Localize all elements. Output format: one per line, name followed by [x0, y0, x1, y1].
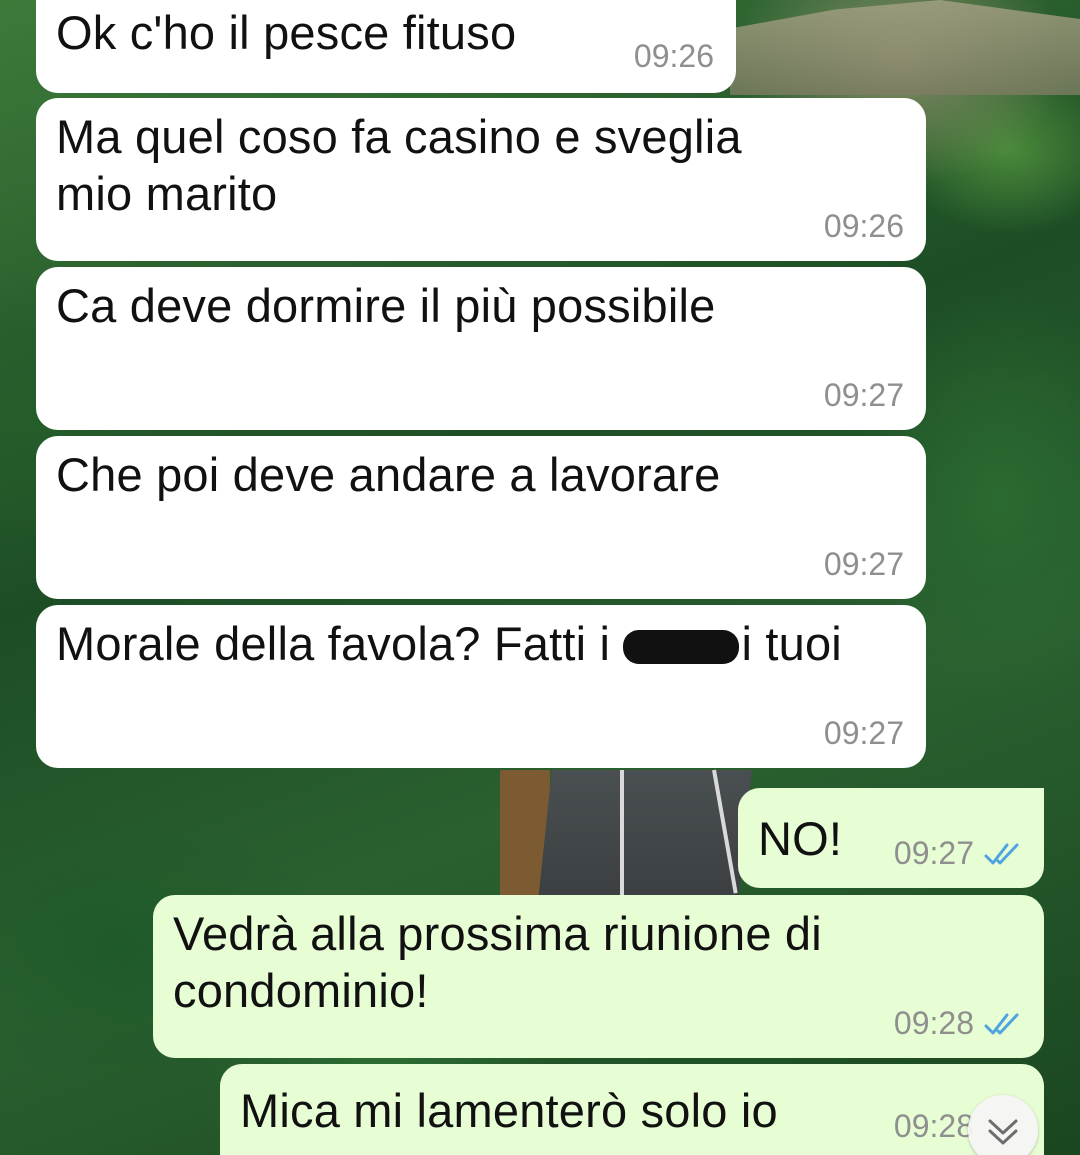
message-bubble-outgoing[interactable]: Mica mi lamenterò solo io 09:28: [220, 1064, 1044, 1155]
message-text: Vedrà alla prossima riunione di condomin…: [173, 907, 822, 1017]
message-time: 09:27: [823, 377, 904, 413]
message-bubble-incoming[interactable]: Ok c'ho il pesce fituso 09:26: [36, 0, 736, 93]
message-text-part: Morale della favola? Fatti i: [56, 617, 624, 670]
redaction-mark: [623, 630, 740, 664]
message-time: 09:28: [893, 1005, 974, 1041]
message-text: Che poi deve andare a lavorare: [56, 448, 721, 501]
message-bubble-outgoing[interactable]: Vedrà alla prossima riunione di condomin…: [153, 895, 1044, 1058]
message-text: Ok c'ho il pesce fituso: [56, 6, 517, 59]
message-bubble-incoming[interactable]: Morale della favola? Fatti i i tuoi 09:2…: [36, 605, 926, 768]
message-text-part: i tuoi: [741, 617, 842, 670]
message-text: Ca deve dormire il più possibile: [56, 279, 716, 332]
message-time: 09:27: [893, 835, 974, 871]
chevron-down-double-icon: [988, 1119, 1018, 1145]
message-time: 09:27: [823, 715, 904, 751]
wallpaper-road-line: [620, 770, 624, 895]
message-bubble-incoming[interactable]: Ma quel coso fa casino e sveglia mio mar…: [36, 98, 926, 261]
message-time: 09:27: [823, 546, 904, 582]
message-time: 09:26: [633, 38, 714, 74]
scroll-to-bottom-button[interactable]: [968, 1095, 1038, 1155]
message-bubble-incoming[interactable]: Ca deve dormire il più possibile 09:27: [36, 267, 926, 430]
message-bubble-outgoing[interactable]: NO! 09:27: [738, 788, 1044, 888]
message-bubble-incoming[interactable]: Che poi deve andare a lavorare 09:27: [36, 436, 926, 599]
message-text: Morale della favola? Fatti i i tuoi: [56, 615, 906, 672]
chat-background: Ok c'ho il pesce fituso 09:26 Ma quel co…: [0, 0, 1080, 1155]
message-time: 09:26: [823, 208, 904, 244]
double-check-icon: [984, 1013, 1019, 1035]
message-text: Ma quel coso fa casino e sveglia mio mar…: [56, 110, 742, 220]
wallpaper-hill: [730, 0, 1080, 95]
wallpaper-road: [538, 770, 752, 900]
message-time: 09:28: [893, 1108, 974, 1144]
double-check-icon: [984, 843, 1019, 865]
